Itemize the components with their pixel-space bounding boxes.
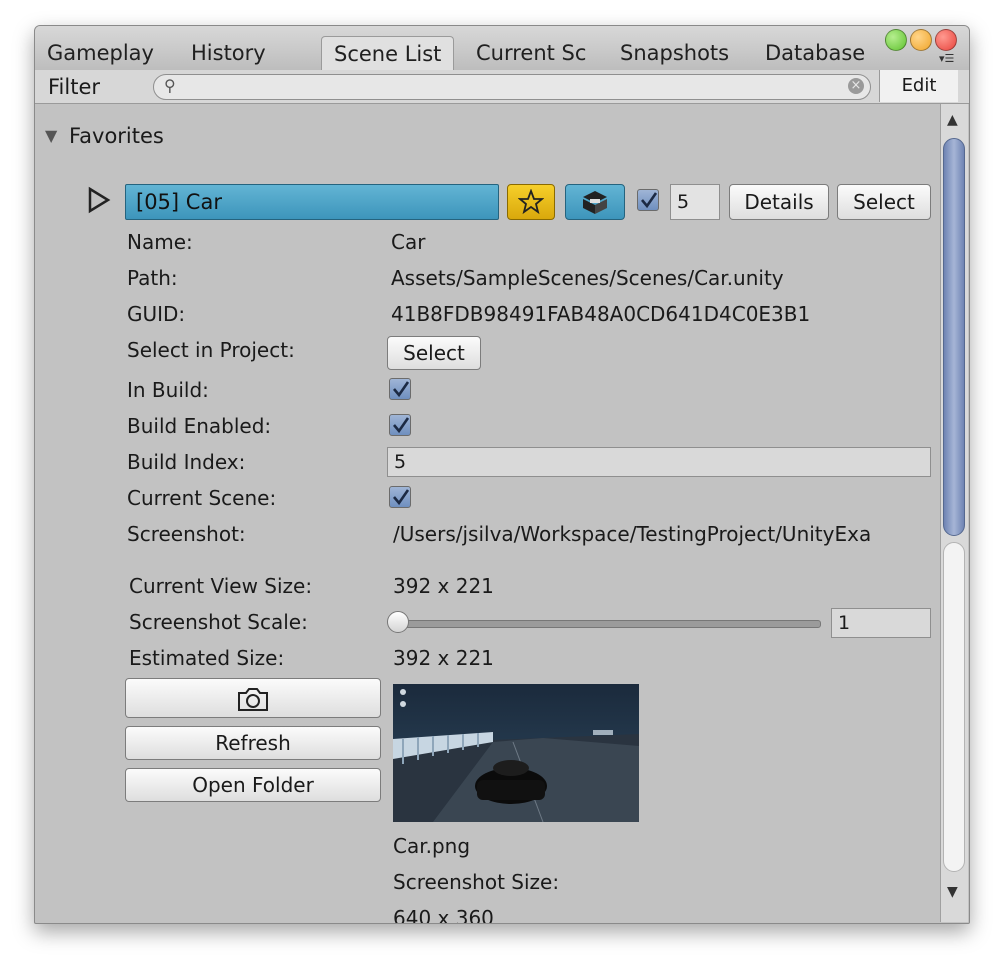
build-index-label: Build Index: [127, 450, 246, 474]
screenshot-label: Screenshot: [127, 522, 246, 546]
estimated-size-value: 392 x 221 [393, 646, 494, 670]
screenshot-scale-label: Screenshot Scale: [129, 610, 308, 634]
tab-menu-icon[interactable]: ▾☰ [939, 53, 961, 65]
screenshot-preview-image [393, 684, 639, 823]
search-icon: ⚲ [164, 76, 176, 95]
scroll-up-arrow-icon[interactable]: ▲ [947, 112, 958, 128]
slider-thumb[interactable] [387, 611, 409, 633]
build-enabled-label: Build Enabled: [127, 414, 272, 438]
scroll-down-arrow-icon[interactable]: ▼ [947, 884, 958, 900]
build-enabled-checkbox[interactable] [389, 414, 411, 436]
scene-list-content: ▼ Favorites [05] Car 5 Details Select Na… [35, 104, 969, 923]
scrollbar-track-lower [943, 542, 965, 872]
tab-snapshots[interactable]: Snapshots [620, 36, 729, 70]
path-label: Path: [127, 266, 178, 290]
screenshot-scale-field[interactable]: 1 [831, 608, 931, 638]
screenshot-file-name: Car.png [393, 834, 471, 858]
current-scene-label: Current Scene: [127, 486, 277, 510]
close-button[interactable] [935, 29, 957, 51]
current-view-size-value: 392 x 221 [393, 574, 494, 598]
tab-history[interactable]: History [191, 36, 266, 70]
minimize-button[interactable] [910, 29, 932, 51]
camera-icon [238, 688, 268, 711]
tab-scene-list[interactable]: Scene List [321, 36, 455, 71]
estimated-size-label: Estimated Size: [129, 646, 285, 670]
vertical-scrollbar[interactable]: ▲ ▼ [940, 104, 968, 922]
select-in-project-button[interactable]: Select [387, 336, 481, 370]
refresh-button[interactable]: Refresh [125, 726, 381, 760]
favorite-star-button[interactable] [507, 184, 555, 220]
tab-database[interactable]: Database [765, 36, 865, 70]
name-value: Car [391, 230, 426, 254]
star-icon [517, 188, 545, 215]
select-in-project-label: Select in Project: [127, 338, 295, 362]
open-folder-button[interactable]: Open Folder [125, 768, 381, 802]
clear-search-icon[interactable]: × [848, 78, 864, 94]
build-index-field[interactable]: 5 [387, 447, 931, 477]
filter-label: Filter [48, 75, 101, 99]
maximize-button[interactable] [885, 29, 907, 51]
take-screenshot-button[interactable] [125, 678, 381, 718]
select-scene-button[interactable]: Select [837, 184, 931, 220]
play-scene-icon[interactable] [87, 186, 111, 218]
tab-gameplay[interactable]: Gameplay [47, 36, 154, 70]
path-value: Assets/SampleScenes/Scenes/Car.unity [391, 266, 784, 290]
guid-value: 41B8FDB98491FAB48A0CD641D4C0E3B1 [391, 302, 811, 326]
screenshot-path-value: /Users/jsilva/Workspace/TestingProject/U… [393, 522, 872, 546]
tab-current-scene[interactable]: Current Sc [476, 36, 592, 70]
scene-list-window: Gameplay History Scene List Current Sc S… [34, 25, 970, 924]
filter-toolbar: Filter ⚲ × Edit [35, 70, 969, 104]
in-build-checkbox[interactable] [389, 378, 411, 400]
edit-button[interactable]: Edit [879, 70, 958, 102]
name-label: Name: [127, 230, 193, 254]
screenshot-size-label: Screenshot Size: [393, 870, 560, 894]
scrollbar-thumb[interactable] [943, 138, 965, 536]
scene-name-bar[interactable]: [05] Car [125, 184, 499, 220]
scene-load-button[interactable] [565, 184, 625, 220]
tab-bar: Gameplay History Scene List Current Sc S… [35, 26, 969, 71]
favorites-header[interactable]: Favorites [69, 124, 164, 148]
guid-label: GUID: [127, 302, 186, 326]
current-view-size-label: Current View Size: [129, 574, 313, 598]
screenshot-scale-slider[interactable] [391, 620, 821, 628]
screenshot-size-value: 640 x 360 [393, 906, 494, 924]
scene-index-field[interactable]: 5 [670, 184, 720, 220]
details-button[interactable]: Details [729, 184, 829, 220]
search-input[interactable]: ⚲ × [153, 74, 871, 100]
unity-scene-icon [583, 191, 607, 214]
in-build-label: In Build: [127, 378, 209, 402]
current-scene-checkbox[interactable] [389, 486, 411, 508]
disclosure-triangle-icon[interactable]: ▼ [45, 126, 57, 145]
scene-enabled-checkbox[interactable] [637, 189, 659, 211]
